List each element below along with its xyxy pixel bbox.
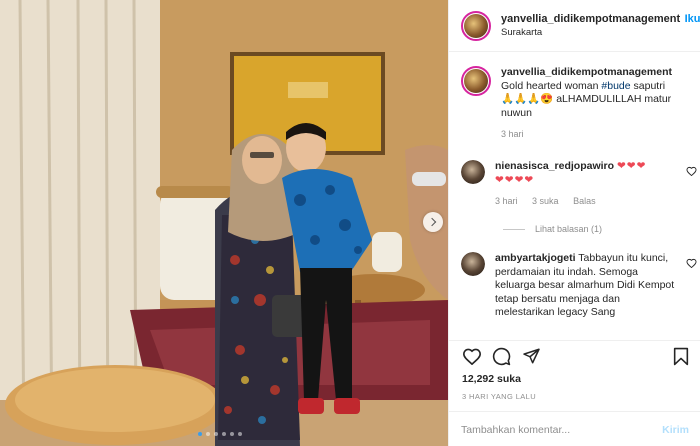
photo-scene xyxy=(0,0,448,446)
comment-item: ambyartakjogeti Tabbayun itu kunci, perd… xyxy=(461,252,697,320)
carousel-dot xyxy=(206,432,210,436)
view-replies-label: Lihat balasan (1) xyxy=(535,224,603,234)
comment-username[interactable]: ambyartakjogeti xyxy=(495,252,576,264)
post-comment-button[interactable]: Kirim xyxy=(662,424,689,436)
comment-likes[interactable]: 3 suka xyxy=(532,196,559,206)
comment-hearts-line2: ❤❤❤❤ xyxy=(495,173,535,186)
heart-icon[interactable] xyxy=(462,347,482,365)
view-replies-button[interactable]: Lihat balasan (1) xyxy=(503,224,602,234)
post-side-panel: yanvellia_didikempotmanagement Iku Surak… xyxy=(448,0,700,446)
caption: yanvellia_didikempotmanagement Gold hear… xyxy=(461,66,691,142)
post-location[interactable]: Surakarta xyxy=(501,26,700,40)
add-comment-bar: Kirim xyxy=(449,411,700,446)
account-avatar[interactable] xyxy=(461,10,491,41)
comment-like-heart-icon[interactable] xyxy=(686,166,697,176)
save-icon[interactable] xyxy=(673,347,689,366)
follow-button[interactable]: Iku xyxy=(685,13,700,25)
post-header: yanvellia_didikempotmanagement Iku Surak… xyxy=(449,0,700,52)
caption-username[interactable]: yanvellia_didikempotmanagement xyxy=(501,66,672,78)
like-count[interactable]: 12,292 suka xyxy=(462,373,521,385)
share-icon[interactable] xyxy=(522,347,541,365)
post-actions: 12,292 suka 3 HARI YANG LALU Kirim xyxy=(449,340,700,446)
comment-hearts-line1: ❤❤❤ xyxy=(616,160,647,172)
carousel-dots xyxy=(198,432,242,436)
carousel-dot xyxy=(238,432,242,436)
caption-avatar[interactable] xyxy=(461,66,491,96)
carousel-dot xyxy=(198,432,202,436)
comment-icon[interactable] xyxy=(492,347,511,366)
comment-input[interactable] xyxy=(461,423,663,436)
caption-hashtag[interactable]: #bude xyxy=(601,80,630,92)
comment-avatar[interactable] xyxy=(461,160,485,184)
comment-avatar[interactable] xyxy=(461,252,485,276)
post-date[interactable]: 3 HARI YANG LALU xyxy=(462,392,536,401)
comments-list[interactable]: yanvellia_didikempotmanagement Gold hear… xyxy=(449,52,700,340)
carousel-next-button[interactable] xyxy=(423,212,443,232)
carousel-dot xyxy=(230,432,234,436)
chevron-right-icon xyxy=(427,217,437,227)
comment-item: nienasisca_redjopawiro ❤❤❤ ❤❤❤❤ 3 hari 3… xyxy=(461,160,697,209)
comment-time[interactable]: 3 hari xyxy=(495,196,518,206)
carousel-dot xyxy=(222,432,226,436)
caption-text-before: Gold hearted woman xyxy=(501,79,602,92)
comment-username[interactable]: nienasisca_redjopawiro xyxy=(495,160,614,172)
caption-text-after: saputri xyxy=(630,79,666,92)
caption-time[interactable]: 3 hari xyxy=(501,129,524,139)
comment-like-heart-icon[interactable] xyxy=(686,258,697,268)
account-username[interactable]: yanvellia_didikempotmanagement xyxy=(501,13,680,25)
post-photo[interactable] xyxy=(0,0,448,446)
carousel-dot xyxy=(214,432,218,436)
caption-emoji: 🙏🙏🙏😍 xyxy=(501,93,554,105)
comment-reply-button[interactable]: Balas xyxy=(573,196,596,206)
